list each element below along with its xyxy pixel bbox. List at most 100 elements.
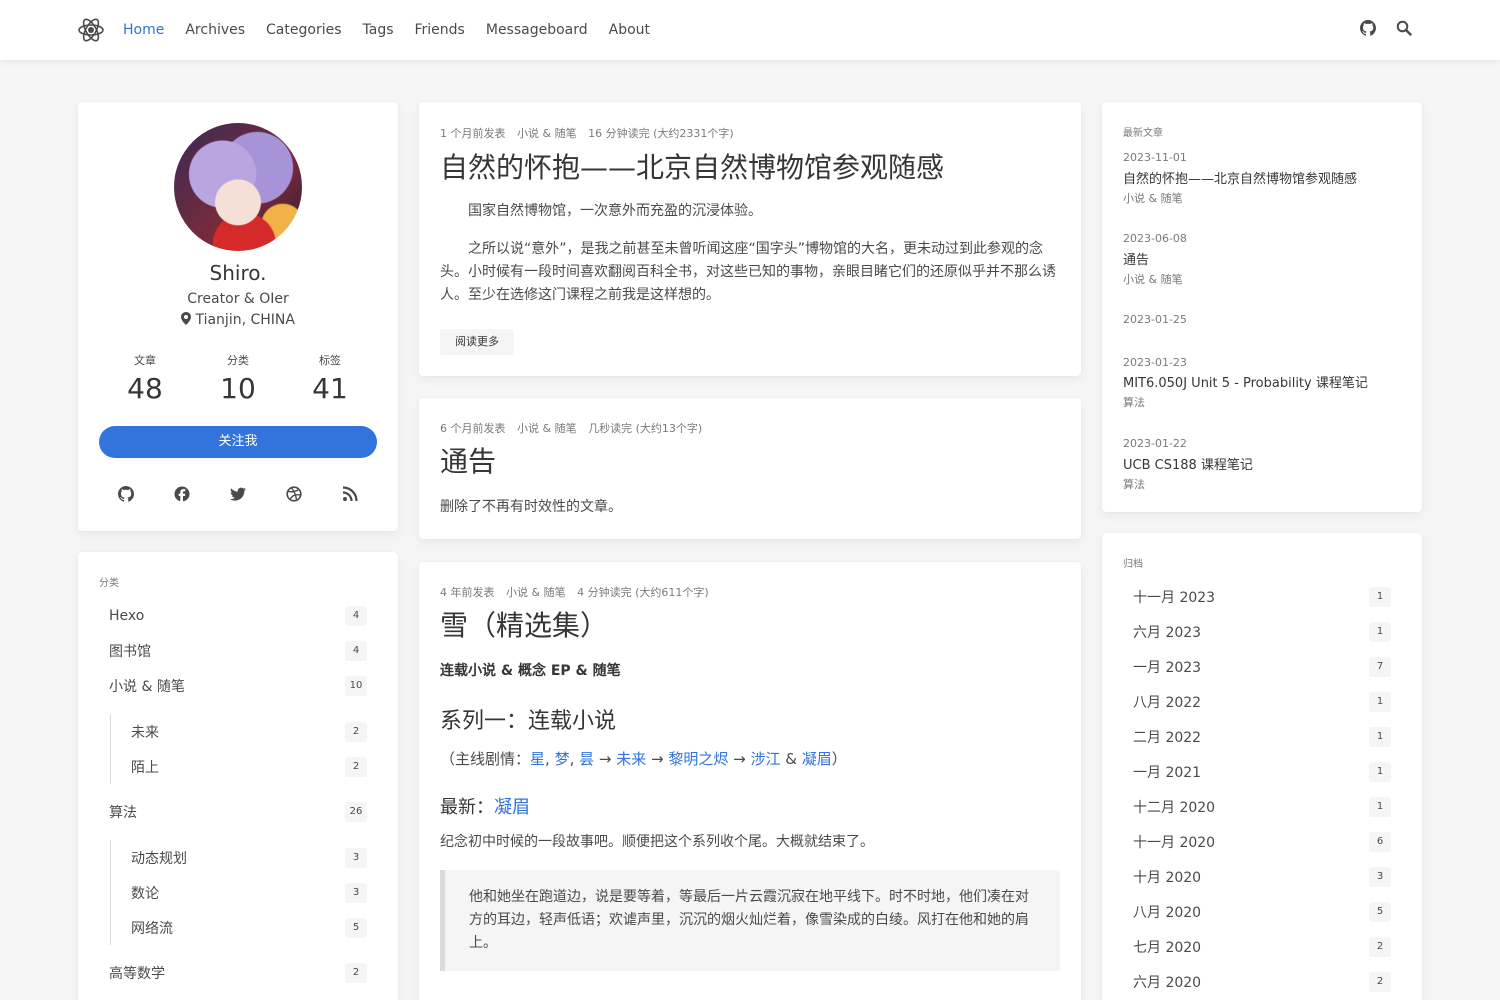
- archive-count: 1: [1369, 762, 1391, 782]
- category-label: 未来: [131, 725, 159, 741]
- nav-home[interactable]: Home: [123, 22, 164, 38]
- archive-count: 3: [1369, 867, 1391, 887]
- post-read-time: 4 分钟读完 (大约611个字): [577, 586, 709, 599]
- archive-month: 六月 2020: [1133, 975, 1202, 991]
- post-meta: 6 个月前发表 小说 & 随笔 几秒读完 (大约13个字): [440, 420, 710, 436]
- recent-post-title[interactable]: UCB CS188 课程笔记: [1123, 454, 1253, 473]
- category-hexo[interactable]: Hexo 4: [99, 602, 377, 630]
- archive-item[interactable]: 十一月 2020 6: [1123, 828, 1401, 856]
- archive-item[interactable]: 八月 2022 1: [1123, 688, 1401, 716]
- latest-prefix: 最新：: [440, 797, 494, 818]
- category-library[interactable]: 图书馆 4: [99, 637, 377, 665]
- plot-link-shejiang[interactable]: 涉江: [751, 750, 781, 768]
- category-count: 4: [345, 606, 367, 626]
- plot-suffix: ）: [831, 750, 847, 768]
- github-icon[interactable]: [1360, 20, 1376, 36]
- category-label: 算法: [109, 805, 137, 821]
- category-label: 数论: [131, 886, 159, 902]
- facebook-icon[interactable]: [174, 486, 190, 502]
- category-network-flow[interactable]: 网络流 5: [121, 914, 377, 942]
- category-dp[interactable]: 动态规划 3: [121, 844, 377, 872]
- recent-post-category[interactable]: 算法: [1123, 394, 1145, 410]
- latest-link[interactable]: 凝眉: [494, 797, 530, 818]
- navbar: Home Archives Categories Tags Friends Me…: [0, 0, 1500, 60]
- category-moshang[interactable]: 陌上 2: [121, 753, 377, 781]
- read-more-button[interactable]: 阅读更多: [440, 329, 514, 355]
- site-logo-icon[interactable]: [77, 16, 105, 44]
- recent-post-category[interactable]: 小说 & 随笔: [1123, 190, 1183, 206]
- search-icon[interactable]: [1396, 20, 1412, 36]
- profile-tagline: Creator & OIer: [187, 291, 289, 307]
- archive-label: 归档: [1123, 559, 1143, 570]
- category-future[interactable]: 未来 2: [121, 718, 377, 746]
- archive-item[interactable]: 一月 2021 1: [1123, 758, 1401, 786]
- category-label: 网络流: [131, 921, 173, 937]
- plot-link-future[interactable]: 未来: [616, 750, 646, 768]
- github-icon[interactable]: [118, 486, 134, 502]
- rss-icon[interactable]: [342, 486, 358, 502]
- archive-month: 六月 2023: [1133, 625, 1202, 641]
- category-label: 陌上: [131, 760, 159, 776]
- post-category-link[interactable]: 小说 & 随笔: [517, 127, 577, 140]
- recent-post-date: 2023-01-22: [1123, 437, 1187, 450]
- recent-post-title[interactable]: 自然的怀抱——北京自然博物馆参观随感: [1123, 168, 1357, 187]
- category-label: 小说 & 随笔: [109, 679, 185, 695]
- avatar: [174, 123, 302, 251]
- category-calculus[interactable]: 高等数学 2: [99, 959, 377, 987]
- stat-label: 文章: [134, 354, 156, 367]
- archive-item[interactable]: 六月 2020 2: [1123, 968, 1401, 996]
- recent-post-category[interactable]: 算法: [1123, 476, 1145, 492]
- follow-button[interactable]: 关注我: [99, 426, 377, 458]
- social-links: [118, 486, 358, 502]
- profile-location: Tianjin, CHINA: [78, 312, 398, 328]
- category-count: 2: [345, 757, 367, 777]
- category-novels[interactable]: 小说 & 随笔 10: [99, 672, 377, 700]
- stat-tags[interactable]: 标签 41: [284, 352, 376, 405]
- post-title[interactable]: 自然的怀抱——北京自然博物馆参观随感: [440, 146, 944, 186]
- plot-link-tan[interactable]: 昙: [579, 750, 594, 768]
- category-label: 动态规划: [131, 851, 187, 867]
- post-read-time: 几秒读完 (大约13个字): [588, 422, 703, 435]
- nav-right: [1360, 20, 1412, 36]
- archive-item[interactable]: 二月 2022 1: [1123, 723, 1401, 751]
- stat-posts[interactable]: 文章 48: [99, 352, 191, 405]
- nav-tags[interactable]: Tags: [363, 22, 394, 38]
- categories-label: 分类: [99, 578, 119, 589]
- post-title[interactable]: 通告: [440, 440, 496, 480]
- dribbble-icon[interactable]: [286, 486, 302, 502]
- post-category-link[interactable]: 小说 & 随笔: [517, 422, 577, 435]
- category-number-theory[interactable]: 数论 3: [121, 879, 377, 907]
- post-read-time: 16 分钟读完 (大约2331个字): [588, 127, 734, 140]
- nav-friends[interactable]: Friends: [415, 22, 465, 38]
- stat-value: 10: [220, 372, 256, 405]
- post-category-link[interactable]: 小说 & 随笔: [506, 586, 566, 599]
- archive-item[interactable]: 七月 2020 2: [1123, 933, 1401, 961]
- archive-item[interactable]: 十二月 2020 1: [1123, 793, 1401, 821]
- nav-about[interactable]: About: [609, 22, 650, 38]
- recent-post-title[interactable]: MIT6.050J Unit 5 - Probability 课程笔记: [1123, 372, 1368, 391]
- nav-messageboard[interactable]: Messageboard: [486, 22, 588, 38]
- recent-post-title[interactable]: 通告: [1123, 249, 1149, 268]
- category-count: 5: [345, 918, 367, 938]
- archive-count: 1: [1369, 692, 1391, 712]
- plot-link-dawn[interactable]: 黎明之烬: [668, 750, 728, 768]
- post-title[interactable]: 雪（精选集）: [440, 604, 608, 644]
- stat-value: 48: [127, 372, 163, 405]
- nav-categories[interactable]: Categories: [266, 22, 341, 38]
- stat-categories[interactable]: 分类 10: [192, 352, 284, 405]
- nav-archives[interactable]: Archives: [185, 22, 245, 38]
- twitter-icon[interactable]: [230, 486, 246, 502]
- recent-post-category[interactable]: 小说 & 随笔: [1123, 271, 1183, 287]
- plot-link-dream[interactable]: 梦: [555, 750, 570, 768]
- post-card: 6 个月前发表 小说 & 随笔 几秒读完 (大约13个字) 通告 删除了不再有时…: [419, 398, 1081, 539]
- archive-item[interactable]: 六月 2023 1: [1123, 618, 1401, 646]
- category-label: 图书馆: [109, 644, 151, 660]
- plot-link-ningmei[interactable]: 凝眉: [802, 750, 832, 768]
- archive-item[interactable]: 八月 2020 5: [1123, 898, 1401, 926]
- map-marker-icon: [181, 312, 192, 325]
- archive-item[interactable]: 十月 2020 3: [1123, 863, 1401, 891]
- category-algorithms[interactable]: 算法 26: [99, 798, 377, 826]
- plot-link-star[interactable]: 星: [530, 750, 545, 768]
- archive-item[interactable]: 一月 2023 7: [1123, 653, 1401, 681]
- archive-item[interactable]: 十一月 2023 1: [1123, 583, 1401, 611]
